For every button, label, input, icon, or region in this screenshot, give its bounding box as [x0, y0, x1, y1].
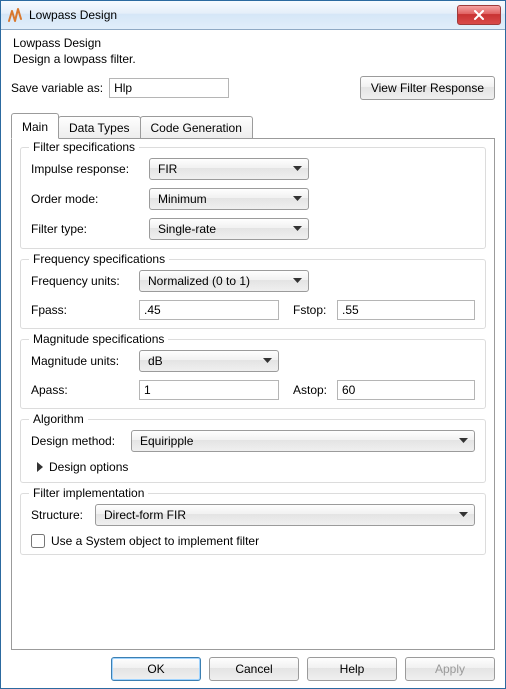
dialog-footer: OK Cancel Help Apply — [1, 650, 505, 688]
group-magnitude-spec-legend: Magnitude specifications — [29, 332, 168, 346]
page-title: Lowpass Design — [13, 36, 495, 50]
apply-button[interactable]: Apply — [405, 657, 495, 681]
astop-label: Astop: — [293, 383, 337, 397]
save-variable-row: Save variable as: View Filter Response — [11, 76, 495, 100]
group-implementation-legend: Filter implementation — [29, 486, 148, 500]
help-button[interactable]: Help — [307, 657, 397, 681]
group-magnitude-spec: Magnitude specifications Magnitude units… — [20, 339, 486, 409]
chevron-down-icon — [459, 438, 468, 444]
group-algorithm: Algorithm Design method: Equiripple Desi… — [20, 419, 486, 483]
frequency-units-value: Normalized (0 to 1) — [148, 274, 250, 288]
group-filter-spec-legend: Filter specifications — [29, 140, 139, 154]
group-implementation: Filter implementation Structure: Direct-… — [20, 493, 486, 555]
tab-strip: Main Data Types Code Generation — [11, 112, 495, 138]
group-filter-spec: Filter specifications Impulse response: … — [20, 147, 486, 249]
design-method-label: Design method: — [31, 434, 131, 448]
filter-type-select[interactable]: Single-rate — [149, 218, 309, 240]
page-description: Design a lowpass filter. — [13, 52, 495, 66]
triangle-right-icon — [37, 462, 43, 472]
design-method-select[interactable]: Equiripple — [131, 430, 475, 452]
frequency-units-select[interactable]: Normalized (0 to 1) — [139, 270, 309, 292]
order-mode-value: Minimum — [158, 192, 207, 206]
order-mode-label: Order mode: — [31, 192, 149, 206]
fstop-label: Fstop: — [293, 303, 337, 317]
magnitude-units-value: dB — [148, 354, 163, 368]
chevron-down-icon — [293, 226, 302, 232]
impulse-response-value: FIR — [158, 162, 177, 176]
structure-value: Direct-form FIR — [104, 508, 186, 522]
design-options-label: Design options — [49, 460, 128, 474]
tab-code-generation[interactable]: Code Generation — [140, 116, 253, 139]
magnitude-units-select[interactable]: dB — [139, 350, 279, 372]
chevron-down-icon — [293, 278, 302, 284]
structure-label: Structure: — [31, 508, 95, 522]
fpass-label: Fpass: — [31, 303, 139, 317]
design-options-expander[interactable]: Design options — [37, 460, 475, 474]
fstop-input[interactable] — [337, 300, 475, 320]
impulse-response-label: Impulse response: — [31, 162, 149, 176]
structure-select[interactable]: Direct-form FIR — [95, 504, 475, 526]
impulse-response-select[interactable]: FIR — [149, 158, 309, 180]
close-button[interactable] — [457, 5, 501, 25]
app-icon — [7, 7, 23, 23]
save-variable-label: Save variable as: — [11, 81, 103, 95]
chevron-down-icon — [459, 512, 468, 518]
magnitude-units-label: Magnitude units: — [31, 354, 139, 368]
tab-pane-main: Filter specifications Impulse response: … — [11, 138, 495, 650]
group-frequency-spec-legend: Frequency specifications — [29, 252, 169, 266]
ok-button[interactable]: OK — [111, 657, 201, 681]
fpass-input[interactable] — [139, 300, 279, 320]
chevron-down-icon — [293, 166, 302, 172]
dialog-window: Lowpass Design Lowpass Design Design a l… — [0, 0, 506, 689]
close-icon — [473, 10, 485, 20]
view-filter-response-button[interactable]: View Filter Response — [360, 76, 495, 100]
group-algorithm-legend: Algorithm — [29, 412, 88, 426]
system-object-checkbox[interactable] — [31, 534, 45, 548]
apass-label: Apass: — [31, 383, 139, 397]
filter-type-label: Filter type: — [31, 222, 149, 236]
tab-data-types[interactable]: Data Types — [58, 116, 140, 139]
filter-type-value: Single-rate — [158, 222, 216, 236]
apass-input[interactable] — [139, 380, 279, 400]
system-object-label: Use a System object to implement filter — [51, 534, 259, 548]
save-variable-input[interactable] — [109, 78, 229, 98]
titlebar: Lowpass Design — [1, 1, 505, 30]
frequency-units-label: Frequency units: — [31, 274, 139, 288]
cancel-button[interactable]: Cancel — [209, 657, 299, 681]
chevron-down-icon — [263, 358, 272, 364]
chevron-down-icon — [293, 196, 302, 202]
group-frequency-spec: Frequency specifications Frequency units… — [20, 259, 486, 329]
window-title: Lowpass Design — [29, 8, 457, 22]
dialog-body: Lowpass Design Design a lowpass filter. … — [1, 30, 505, 650]
tab-main[interactable]: Main — [11, 113, 59, 139]
design-method-value: Equiripple — [140, 434, 193, 448]
order-mode-select[interactable]: Minimum — [149, 188, 309, 210]
astop-input[interactable] — [337, 380, 475, 400]
